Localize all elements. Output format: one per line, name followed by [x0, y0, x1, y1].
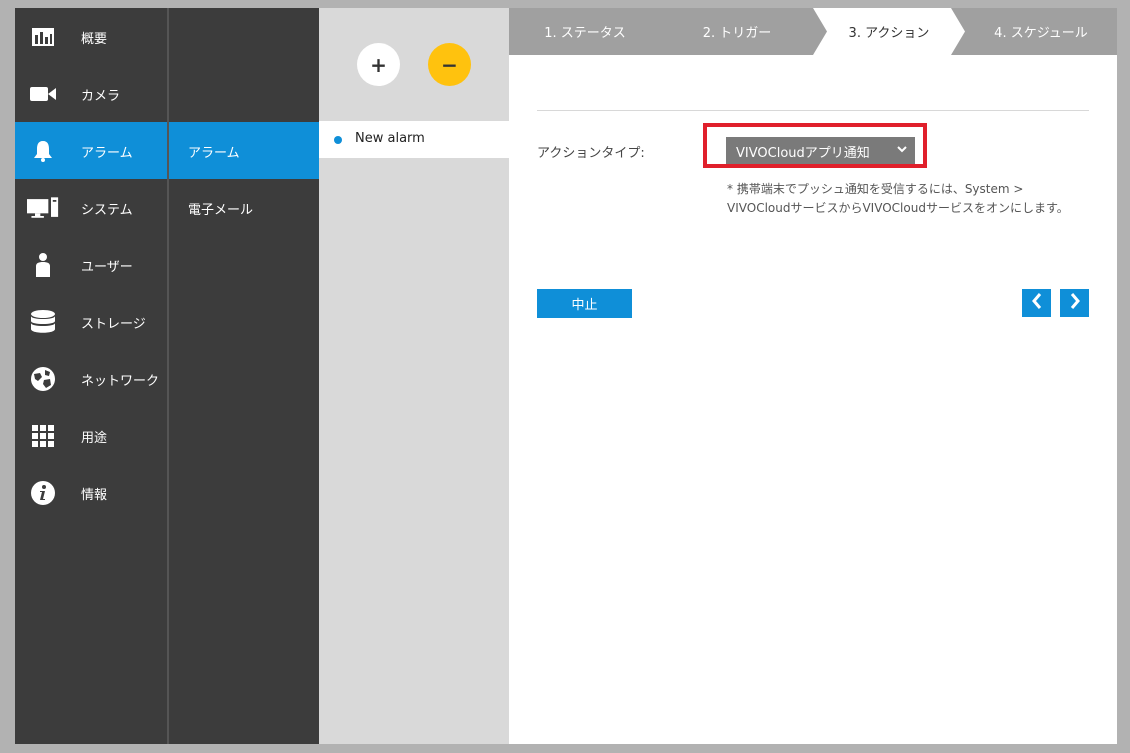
sidebar-item-network[interactable]: ネットワーク [15, 350, 167, 407]
bar-chart-icon [27, 22, 59, 52]
subnav-item-label: 電子メール [188, 203, 254, 218]
alarm-list-item[interactable]: New alarm [319, 121, 509, 158]
action-type-label: アクションタイプ: [537, 146, 645, 161]
computer-icon [27, 193, 59, 223]
wizard-steps: 1. ステータス 2. トリガー 3. アクション 4. スケジュール [509, 8, 1117, 55]
previous-step-button[interactable] [1022, 289, 1051, 317]
sidebar-item-label: 用途 [81, 431, 108, 446]
video-camera-icon [27, 79, 59, 109]
selected-dot-icon [334, 136, 342, 144]
subnav-item-label: アラーム [188, 146, 240, 161]
alarm-list-item-label: New alarm [355, 131, 425, 146]
step-trigger[interactable]: 2. トリガー [661, 8, 813, 55]
sidebar-item-alarm[interactable]: アラーム [15, 122, 167, 179]
step-schedule[interactable]: 4. スケジュール [965, 8, 1117, 55]
sidebar-item-camera[interactable]: カメラ [15, 65, 167, 122]
sidebar-item-label: システム [81, 203, 133, 218]
sidebar-item-label: カメラ [81, 89, 121, 104]
sidebar-item-label: 情報 [81, 488, 108, 503]
push-notification-note: * 携帯端末でプッシュ通知を受信するには、System > VIVOCloudサ… [727, 182, 1069, 215]
sidebar-item-label: ストレージ [81, 317, 146, 332]
step-status[interactable]: 1. ステータス [509, 8, 661, 55]
action-type-select[interactable]: VIVOCloudアプリ通知 [726, 137, 915, 164]
sidebar-item-system[interactable]: システム [15, 179, 167, 236]
sub-sidebar: アラーム 電子メール [169, 8, 319, 744]
cancel-button[interactable]: 中止 [537, 289, 632, 318]
sidebar-item-overview[interactable]: 概要 [15, 8, 167, 65]
next-step-button[interactable] [1060, 289, 1089, 317]
subnav-item-alarm[interactable]: アラーム [169, 122, 319, 179]
chevron-down-icon [897, 142, 907, 160]
sidebar-item-info[interactable]: 情報 [15, 464, 167, 521]
sidebar-item-user[interactable]: ユーザー [15, 236, 167, 293]
bell-icon [27, 136, 59, 166]
main-content: 1. ステータス 2. トリガー 3. アクション 4. スケジュール アクショ… [509, 8, 1117, 744]
sidebar-item-label: 概要 [81, 32, 108, 47]
sidebar-item-storage[interactable]: ストレージ [15, 293, 167, 350]
sidebar-item-applications[interactable]: 用途 [15, 407, 167, 464]
chevron-right-icon [1069, 293, 1081, 313]
step-action[interactable]: 3. アクション [819, 8, 959, 55]
action-type-value: VIVOCloudアプリ通知 [736, 146, 870, 161]
alarm-list-panel: + − New alarm [319, 8, 509, 744]
section-divider [537, 110, 1089, 111]
app-frame: 概要 カメラ アラーム システム ユーザー ストレージ ネットワーク 用途 情報… [15, 8, 1117, 744]
remove-alarm-button[interactable]: − [428, 43, 471, 86]
main-sidebar: 概要 カメラ アラーム システム ユーザー ストレージ ネットワーク 用途 情報 [15, 8, 167, 744]
user-icon [27, 250, 59, 280]
info-icon [27, 478, 59, 508]
subnav-item-email[interactable]: 電子メール [169, 179, 319, 236]
sidebar-item-label: アラーム [81, 146, 133, 161]
add-alarm-button[interactable]: + [357, 43, 400, 86]
sidebar-item-label: ユーザー [81, 260, 133, 275]
grid-icon [27, 421, 59, 451]
chevron-left-icon [1031, 293, 1043, 313]
sidebar-item-label: ネットワーク [81, 374, 160, 389]
database-icon [27, 307, 59, 337]
globe-icon [27, 364, 59, 394]
